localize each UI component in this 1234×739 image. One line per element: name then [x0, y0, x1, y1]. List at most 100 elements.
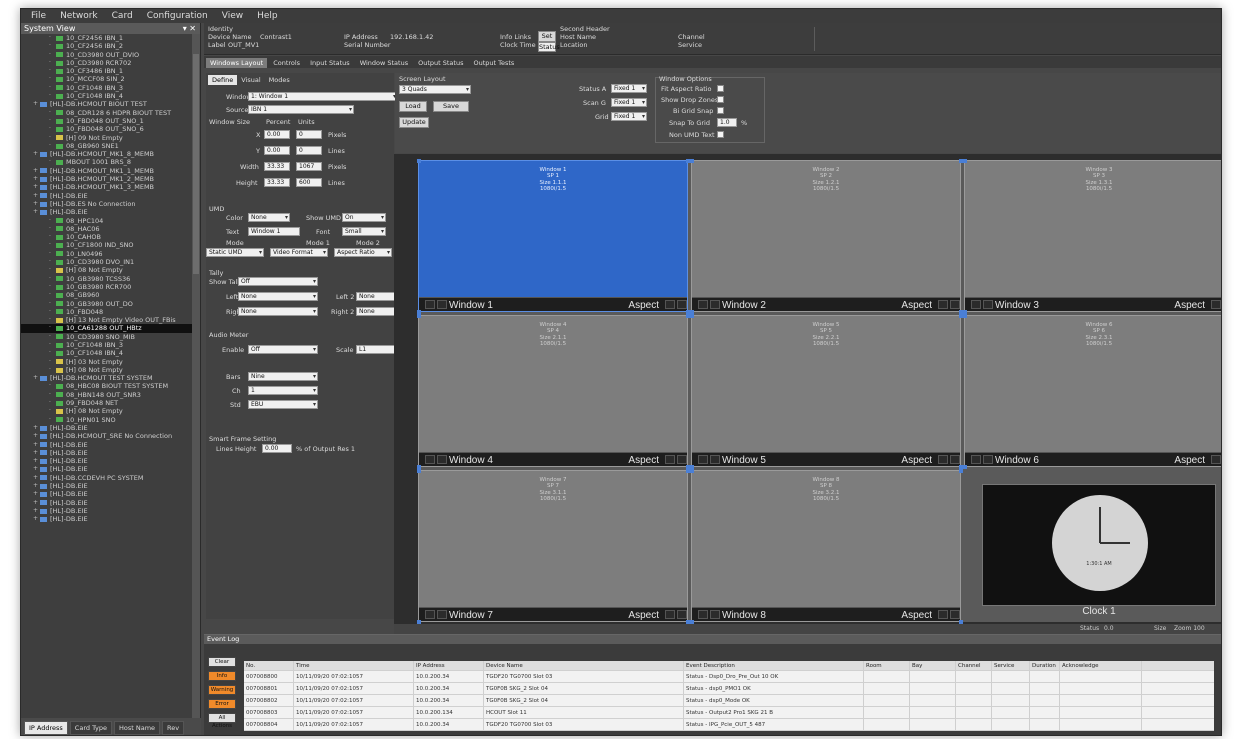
show-umd-select[interactable]: On [342, 213, 386, 222]
tally-right-select[interactable]: None [238, 307, 318, 316]
tree-item[interactable]: · 10_CF1048 IBN_3 [21, 84, 193, 92]
panel-close-icon[interactable]: ▾ ✕ [183, 24, 196, 33]
log-column-header[interactable]: Time [294, 661, 414, 670]
expand-icon[interactable]: + [33, 183, 40, 191]
tree-item[interactable]: · 08_CDR128 6 HDPR BIOUT TEST [21, 109, 193, 117]
tree-scrollbar[interactable] [192, 34, 200, 718]
resize-handle[interactable] [690, 469, 694, 473]
lines-height-input[interactable]: 0.00 [262, 444, 292, 453]
expand-icon[interactable]: + [33, 208, 40, 216]
load-layout-button[interactable]: Load [399, 101, 427, 112]
umd-text-input[interactable]: Window 1 [248, 227, 300, 236]
size-percent-input[interactable]: 33.33 [264, 162, 290, 171]
tree-item[interactable]: + [HL]-DB.HCMOUT_MK1_3_MEMB [21, 183, 193, 191]
tree-item[interactable]: · 10_FBD048 OUT_SNO_6 [21, 125, 193, 133]
status-a-select[interactable]: Fixed 1 [611, 84, 647, 93]
expand-icon[interactable]: + [33, 175, 40, 183]
tree-item[interactable]: + [HL]-DB.EIE [21, 208, 193, 216]
umd-color-select[interactable]: None [248, 213, 290, 222]
tree-item[interactable]: + [HL]-DB.HCMOUT TEST SYSTEM [21, 374, 193, 382]
resize-handle[interactable] [417, 159, 421, 163]
resize-handle[interactable] [417, 314, 421, 318]
layout-window[interactable]: Window 2 SP 2 Size 1.2.1 1080i/1.5 Window 2 A… [690, 159, 963, 314]
tab-input-status[interactable]: Input Status [306, 58, 354, 68]
expand-icon[interactable]: + [33, 457, 40, 465]
tree-item[interactable]: · 10_HPN01 SNO [21, 416, 193, 424]
log-filter-button-error[interactable]: Error [208, 699, 236, 709]
expand-icon[interactable]: + [33, 441, 40, 449]
expand-icon[interactable]: + [33, 150, 40, 158]
expand-icon[interactable]: + [33, 167, 40, 175]
log-column-header[interactable]: No. [244, 661, 294, 670]
log-column-header[interactable]: Bay [910, 661, 956, 670]
audio-bars-select[interactable]: Nine [248, 372, 318, 381]
size-units-input[interactable]: 0 [296, 130, 322, 139]
log-column-header[interactable]: Room [864, 661, 910, 670]
save-layout-button[interactable]: Save [433, 101, 469, 112]
menu-item-file[interactable]: File [31, 11, 46, 21]
menu-item-help[interactable]: Help [257, 11, 278, 21]
tree-item[interactable]: + [HL]-DB.EIE [21, 441, 193, 449]
resize-handle[interactable] [963, 314, 967, 318]
size-percent-input[interactable]: 33.33 [264, 178, 290, 187]
log-column-header[interactable]: Duration [1030, 661, 1060, 670]
log-row[interactable]: 007008802 10/11/09/20 07:02:1057 10.0.200.… [244, 695, 1214, 707]
drop-zones-checkbox[interactable] [717, 96, 724, 103]
expand-icon[interactable]: + [33, 100, 40, 108]
tree-item[interactable]: · [H] 09 Not Empty [21, 134, 193, 142]
tree-item[interactable]: · [H] 08 Not Empty [21, 266, 193, 274]
resize-handle[interactable] [959, 469, 963, 473]
tree-item[interactable]: · 10_CD3980 DVO_IN1 [21, 258, 193, 266]
expand-icon[interactable]: + [33, 482, 40, 490]
expand-icon[interactable]: + [33, 474, 40, 482]
layout-window[interactable]: Window 7 SP 7 Size 3.1.1 1080i/1.5 Window 7 A… [417, 469, 690, 624]
resize-handle[interactable] [963, 465, 967, 469]
window-select[interactable]: 1: Window 1 [248, 92, 398, 101]
expand-icon[interactable]: + [33, 490, 40, 498]
tree-item[interactable]: + [HL]-DB.EIE [21, 457, 193, 465]
tree-item[interactable]: + [HL]-DB.EIE [21, 482, 193, 490]
tree-item[interactable]: + [HL]-DB.HCMOUT_MK1_8_MEMB [21, 150, 193, 158]
umd-font-select[interactable]: Small [342, 227, 386, 236]
tree-item[interactable]: · 10_MCCF08 SIN_2 [21, 75, 193, 83]
log-column-header[interactable]: Device Name [484, 661, 684, 670]
tree-item[interactable]: · 10_CAHOB [21, 233, 193, 241]
tree-item[interactable]: · 10_CF1800 IND_SNO [21, 241, 193, 249]
menu-item-view[interactable]: View [222, 11, 243, 21]
tree-item[interactable]: + [HL]-DB.HCMOUT BIOUT TEST [21, 100, 193, 108]
tab-output-status[interactable]: Output Status [414, 58, 467, 68]
resize-handle[interactable] [690, 159, 694, 163]
log-filter-button-info[interactable]: Info [208, 671, 236, 681]
log-row[interactable]: 007008804 10/11/09/20 07:02:1057 10.0.200.… [244, 719, 1214, 731]
tree-item[interactable]: + [HL]-DB.HCMOUT_SRE No Connection [21, 432, 193, 440]
size-percent-input[interactable]: 0.00 [264, 130, 290, 139]
tree-item[interactable]: · 08_GB960 SNE1 [21, 142, 193, 150]
status-button[interactable]: Status [538, 42, 560, 52]
layout-window[interactable]: Window 3 SP 3 Size 1.3.1 1080i/1.5 Window 3 A… [963, 159, 1221, 314]
expand-icon[interactable]: + [33, 432, 40, 440]
tree-item[interactable]: + [HL]-DB.EIE [21, 465, 193, 473]
tree-item[interactable]: + [HL]-DB.EIE [21, 424, 193, 432]
layout-window[interactable]: Window 4 SP 4 Size 2.1.1 1080i/1.5 Window 4 A… [417, 314, 690, 469]
tree-item[interactable]: + [HL]-DB.HCMOUT_MK1_2_MEMB [21, 175, 193, 183]
snap-grid-input[interactable]: 1.0 [717, 118, 737, 127]
mode1-select[interactable]: Video Format [270, 248, 328, 257]
menu-item-card[interactable]: Card [112, 11, 133, 21]
layout-window[interactable]: Window 6 SP 6 Size 2.3.1 1080i/1.5 Window 6 A… [963, 314, 1221, 469]
tree-item[interactable]: + [HL]-DB.EIE [21, 449, 193, 457]
sidebar-tab-rev[interactable]: Rev [162, 720, 185, 735]
tree-item[interactable]: + [HL]-DB.CCDEVH PC SYSTEM [21, 474, 193, 482]
layout-canvas[interactable]: Window 1 SP 1 Size 1.1.1 1080i/1.5 Window 1 A… [394, 154, 1221, 624]
log-column-header[interactable]: Channel [956, 661, 992, 670]
tree-item[interactable]: · 10_CF1048 IBN_4 [21, 349, 193, 357]
layout-window[interactable]: Window 8 SP 8 Size 3.2.1 1080i/1.5 Window 8 A… [690, 469, 963, 624]
tree-item[interactable]: · [H] 08 Not Empty [21, 407, 193, 415]
layout-window[interactable]: Window 5 SP 5 Size 2.2.1 1080i/1.5 Window 5 A… [690, 314, 963, 469]
tree-item[interactable]: · 10_CF3486 IBN_1 [21, 67, 193, 75]
tree-item[interactable]: · 08_HAC06 [21, 225, 193, 233]
expand-icon[interactable]: + [33, 465, 40, 473]
tree-item[interactable]: · 10_CD3980 OUT_DVIO [21, 51, 193, 59]
subtab-define[interactable]: Define [208, 75, 238, 85]
tab-output-tests[interactable]: Output Tests [469, 58, 518, 68]
grid-snap-checkbox[interactable] [717, 107, 724, 114]
